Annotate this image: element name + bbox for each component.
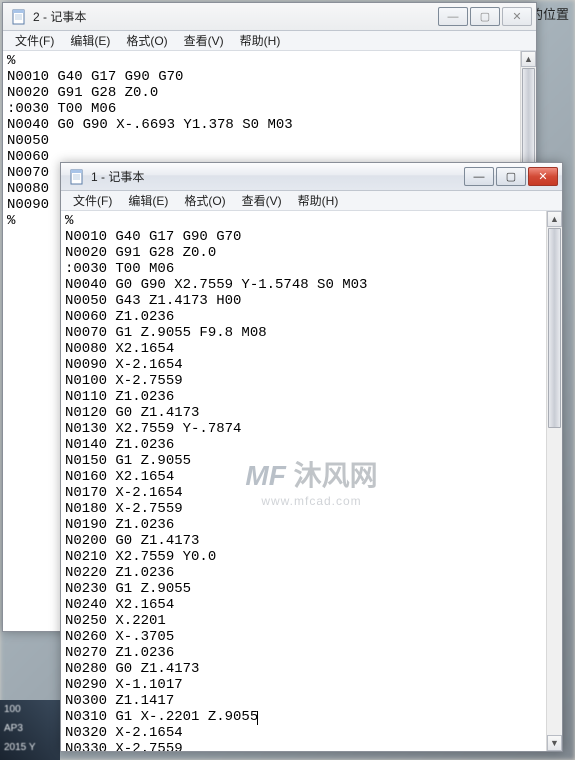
menu-file[interactable]: 文件(F)	[7, 30, 62, 51]
notepad-icon	[11, 9, 27, 25]
notepad-icon	[69, 169, 85, 185]
menu-format[interactable]: 格式(O)	[176, 190, 233, 211]
window-title: 2 - 记事本	[33, 8, 418, 25]
text-editor[interactable]: % N0010 G40 G17 G90 G70 N0020 G91 G28 Z0…	[61, 211, 546, 751]
menu-file[interactable]: 文件(F)	[65, 190, 120, 211]
taskbar-fragment: 100 AP3 2015 Y	[0, 700, 60, 760]
menubar: 文件(F) 编辑(E) 格式(O) 查看(V) 帮助(H)	[3, 31, 536, 51]
maximize-button[interactable]: ▢	[496, 167, 526, 186]
menu-edit[interactable]: 编辑(E)	[120, 190, 176, 211]
menubar: 文件(F) 编辑(E) 格式(O) 查看(V) 帮助(H)	[61, 191, 562, 211]
menu-help[interactable]: 帮助(H)	[232, 30, 289, 51]
menu-view[interactable]: 查看(V)	[176, 30, 232, 51]
scroll-up-button[interactable]: ▲	[521, 51, 536, 67]
minimize-button[interactable]: —	[438, 7, 468, 26]
titlebar[interactable]: 1 - 记事本 — ▢ ✕	[61, 163, 562, 191]
content-area: % N0010 G40 G17 G90 G70 N0020 G91 G28 Z0…	[61, 211, 562, 751]
titlebar[interactable]: 2 - 记事本 — ▢ ✕	[3, 3, 536, 31]
vertical-scrollbar[interactable]: ▲ ▼	[546, 211, 562, 751]
notepad-window-1[interactable]: 1 - 记事本 — ▢ ✕ 文件(F) 编辑(E) 格式(O) 查看(V) 帮助…	[60, 162, 563, 752]
close-button[interactable]: ✕	[528, 167, 558, 186]
scroll-up-button[interactable]: ▲	[547, 211, 562, 227]
menu-edit[interactable]: 编辑(E)	[62, 30, 118, 51]
minimize-button[interactable]: —	[464, 167, 494, 186]
window-controls: — ▢ ✕	[436, 7, 532, 26]
window-title: 1 - 记事本	[91, 168, 444, 185]
scroll-thumb[interactable]	[548, 228, 561, 428]
close-button[interactable]: ✕	[502, 7, 532, 26]
window-controls: — ▢ ✕	[462, 167, 558, 186]
menu-format[interactable]: 格式(O)	[118, 30, 175, 51]
maximize-button[interactable]: ▢	[470, 7, 500, 26]
scroll-down-button[interactable]: ▼	[547, 735, 562, 751]
menu-help[interactable]: 帮助(H)	[290, 190, 347, 211]
menu-view[interactable]: 查看(V)	[234, 190, 290, 211]
